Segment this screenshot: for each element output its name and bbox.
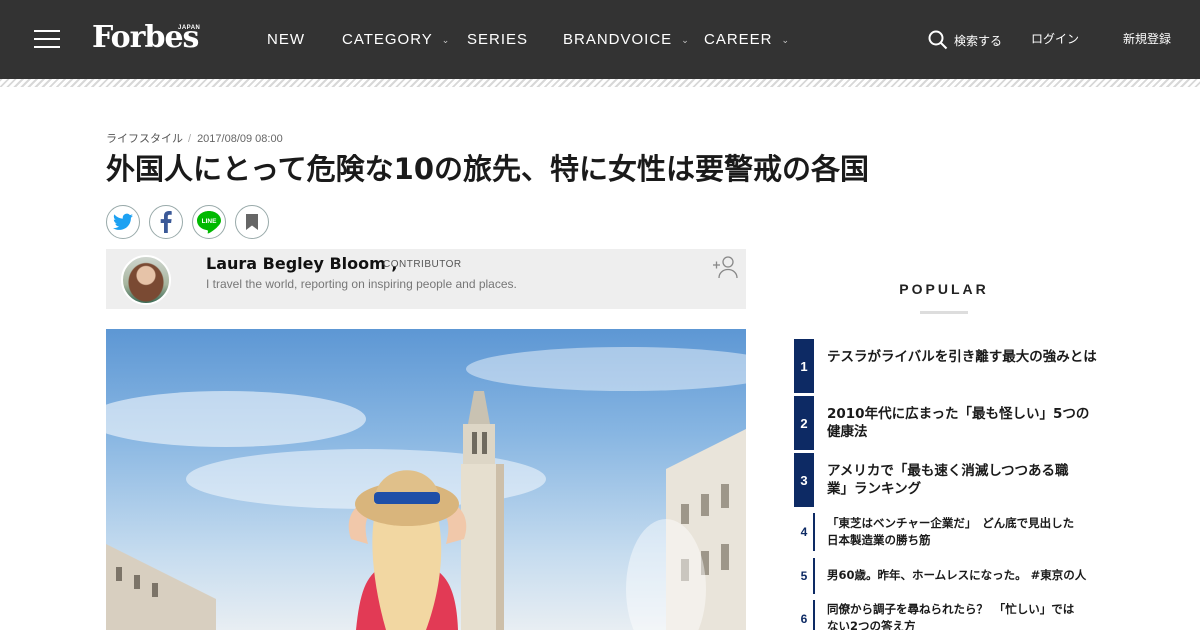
twitter-icon xyxy=(113,213,133,230)
rank-number: 2 xyxy=(794,396,814,450)
chevron-down-icon: ⌄ xyxy=(681,35,690,45)
bookmark-icon xyxy=(246,214,258,230)
author-name[interactable]: Laura Begley Bloom , xyxy=(206,254,397,273)
bookmark-button[interactable] xyxy=(235,205,269,239)
logo-japan-label: JAPAN xyxy=(178,25,201,31)
twitter-share-button[interactable] xyxy=(106,205,140,239)
rank-number: 3 xyxy=(794,453,814,507)
author-box: Laura Begley Bloom , CONTRIBUTOR I trave… xyxy=(106,249,746,309)
rank-number: 5 xyxy=(800,569,808,583)
rank-accent-bar xyxy=(813,558,815,594)
search-button[interactable]: 検索する xyxy=(928,29,1008,51)
author-role: CONTRIBUTOR xyxy=(383,259,462,270)
nav-new[interactable]: NEW xyxy=(267,0,305,79)
category-link[interactable]: ライフスタイル xyxy=(106,133,183,145)
nav-series-label: SERIES xyxy=(467,31,529,48)
line-icon: LINE xyxy=(197,211,221,234)
rank-number: 1 xyxy=(794,339,814,393)
popular-item[interactable]: 4 「東芝はベンチャー企業だ」 どん底で見出した 日本製造業の勝ち筋 xyxy=(794,513,1104,551)
popular-item-title: 同僚から調子を尋ねられたら？ 「忙しい」では ない2つの答え方 xyxy=(827,602,1075,630)
nav-category-label: CATEGORY xyxy=(342,31,433,48)
popular-item-title: 2010年代に広まった「最も怪しい」5つの 健康法 xyxy=(827,406,1090,440)
popular-item[interactable]: 1 テスラがライバルを引き離す最大の強みとは xyxy=(794,339,1104,393)
forbes-logo[interactable]: Forbes xyxy=(92,18,199,58)
search-label: 検索する xyxy=(954,33,1003,48)
rank-number: 4 xyxy=(800,525,808,539)
line-share-button[interactable]: LINE xyxy=(192,205,226,239)
nav-career-label: CAREER xyxy=(704,31,773,48)
article-title: 外国人にとって危険な10の旅先、特に女性は要警戒の各国 xyxy=(106,152,870,186)
popular-item[interactable]: 6 同僚から調子を尋ねられたら？ 「忙しい」では ない2つの答え方 xyxy=(794,600,1104,630)
chevron-down-icon: ⌄ xyxy=(441,35,451,45)
popular-item[interactable]: 2 2010年代に広まった「最も怪しい」5つの 健康法 xyxy=(794,396,1104,450)
rank-accent-bar xyxy=(813,513,815,551)
hamburger-menu-icon[interactable] xyxy=(34,29,60,49)
chevron-down-icon: ⌄ xyxy=(781,35,791,45)
nav-brandvoice-label: BRANDVOICE xyxy=(563,31,673,48)
author-bio: I travel the world, reporting on inspiri… xyxy=(206,277,517,291)
follow-author-icon[interactable] xyxy=(712,255,738,279)
venice-tourist-illustration xyxy=(106,347,746,630)
line-logo-text: LINE xyxy=(202,218,217,225)
popular-item-title: アメリカで「最も速く消滅しつつある職 業」ランキング xyxy=(827,463,1069,497)
author-avatar[interactable] xyxy=(121,255,171,305)
breadcrumb: ライフスタイル / 2017/08/09 08:00 xyxy=(106,130,283,146)
site-header: Forbes JAPAN NEW CATEGORY ⌄ SERIES BRANDV… xyxy=(0,0,1200,79)
rank-accent-bar xyxy=(813,600,815,630)
facebook-icon xyxy=(160,211,172,233)
publish-date: 2017/08/09 08:00 xyxy=(197,133,283,145)
search-icon xyxy=(928,30,948,50)
popular-heading: POPULAR xyxy=(899,281,989,297)
nav-category[interactable]: CATEGORY ⌄ xyxy=(342,0,450,79)
popular-item-title: 男60歳。昨年、ホームレスになった。 #東京の人 xyxy=(827,568,1087,582)
popular-divider xyxy=(920,311,968,314)
facebook-share-button[interactable] xyxy=(149,205,183,239)
popular-item[interactable]: 3 アメリカで「最も速く消滅しつつある職 業」ランキング xyxy=(794,453,1104,507)
signup-link[interactable]: 新規登録 xyxy=(1123,30,1171,47)
login-link[interactable]: ログイン xyxy=(1031,30,1079,47)
header-divider xyxy=(0,79,1200,87)
nav-series[interactable]: SERIES xyxy=(467,0,528,79)
popular-item-title: 「東芝はベンチャー企業だ」 どん底で見出した 日本製造業の勝ち筋 xyxy=(827,516,1075,547)
nav-brandvoice[interactable]: BRANDVOICE ⌄ xyxy=(563,0,690,79)
nav-new-label: NEW xyxy=(267,31,305,48)
rank-number: 6 xyxy=(800,612,808,626)
popular-item[interactable]: 5 男60歳。昨年、ホームレスになった。 #東京の人 xyxy=(794,558,1104,594)
popular-item-title: テスラがライバルを引き離す最大の強みとは xyxy=(827,349,1097,365)
nav-career[interactable]: CAREER ⌄ xyxy=(704,0,790,79)
article-hero-image xyxy=(106,329,746,630)
breadcrumb-separator: / xyxy=(188,133,192,145)
